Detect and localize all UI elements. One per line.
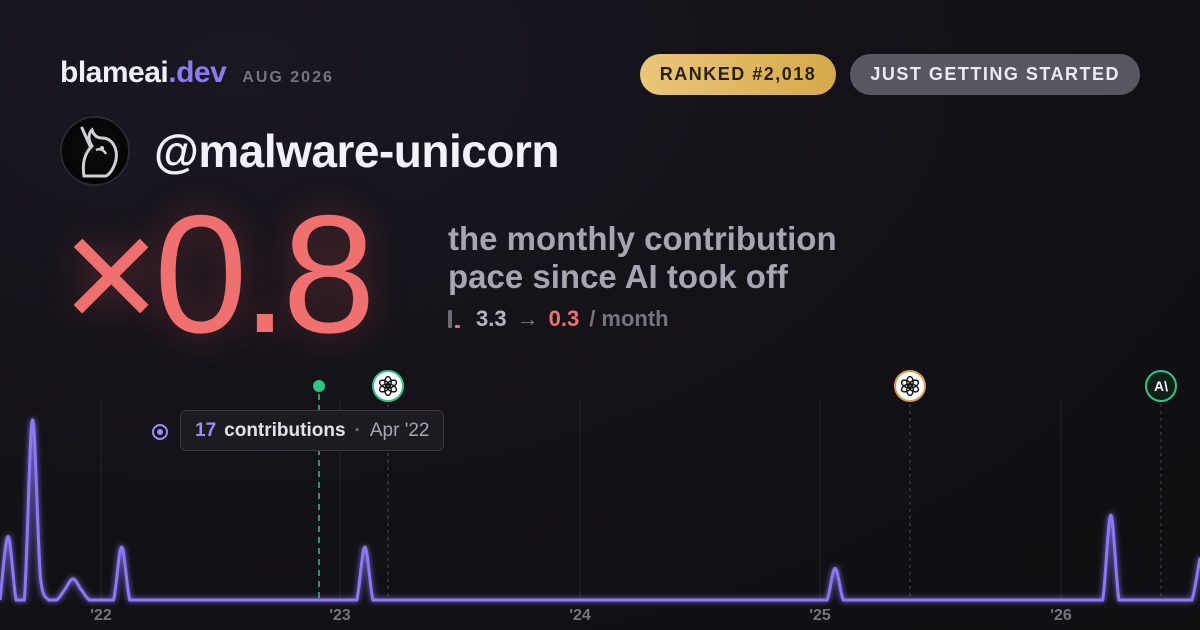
arrow-right-icon: →: [516, 306, 539, 331]
tooltip-separator: ·: [354, 419, 361, 441]
tooltip-count: 17: [195, 419, 217, 441]
x-tick-label: '22: [90, 607, 112, 624]
pace-description: the monthly contribution pace since AI t…: [448, 220, 837, 332]
pace-unit: / month: [589, 306, 669, 331]
x-tick-label: '26: [1050, 607, 1072, 624]
openai-icon[interactable]: [372, 370, 404, 402]
badges: RANKED #2,018 JUST GETTING STARTED: [639, 54, 1140, 95]
pace-stats: 3.3 → 0.3 / month: [448, 306, 837, 332]
status-badge: JUST GETTING STARTED: [850, 54, 1140, 95]
mini-bar-icon: [448, 310, 460, 328]
header: blameai.dev AUG 2026: [60, 56, 334, 90]
openai-knot-icon: [378, 376, 398, 396]
chart-highlight: [152, 424, 168, 440]
user-handle[interactable]: @malware-unicorn: [154, 124, 559, 178]
pace-before: 3.3: [476, 306, 507, 331]
pace-multiplier: ×0.8: [62, 180, 376, 368]
brand-logo[interactable]: blameai.dev: [60, 56, 227, 90]
chart-tooltip: 17 contributions · Apr '22: [180, 410, 445, 451]
x-tick-label: '25: [809, 607, 831, 624]
pace-line-1: the monthly contribution: [448, 220, 837, 257]
x-axis-ticks: '22 '23 '24 '25 '26: [90, 607, 1072, 624]
brand-tld: .dev: [168, 56, 227, 89]
contribution-chart[interactable]: '22 '23 '24 '25 '26: [0, 360, 1200, 630]
pace-after: 0.3: [548, 306, 580, 331]
ai-takeoff-dot: [313, 380, 325, 392]
anthropic-icon[interactable]: A\: [1145, 370, 1177, 402]
profile: @malware-unicorn: [60, 116, 559, 186]
openai-icon[interactable]: [894, 370, 926, 402]
avatar[interactable]: [60, 116, 130, 186]
x-tick-label: '24: [569, 607, 591, 624]
x-tick-label: '23: [329, 607, 351, 624]
pace-line-2: pace since AI took off: [448, 258, 788, 295]
brand-name: blameai: [60, 56, 169, 89]
tooltip-label: contributions: [224, 419, 346, 441]
report-date: AUG 2026: [242, 69, 334, 86]
tooltip-date: Apr '22: [369, 419, 430, 441]
unicorn-icon: [80, 126, 118, 178]
rank-badge: RANKED #2,018: [639, 54, 837, 95]
openai-knot-icon: [900, 376, 920, 396]
highlight-point-center: [157, 429, 163, 435]
